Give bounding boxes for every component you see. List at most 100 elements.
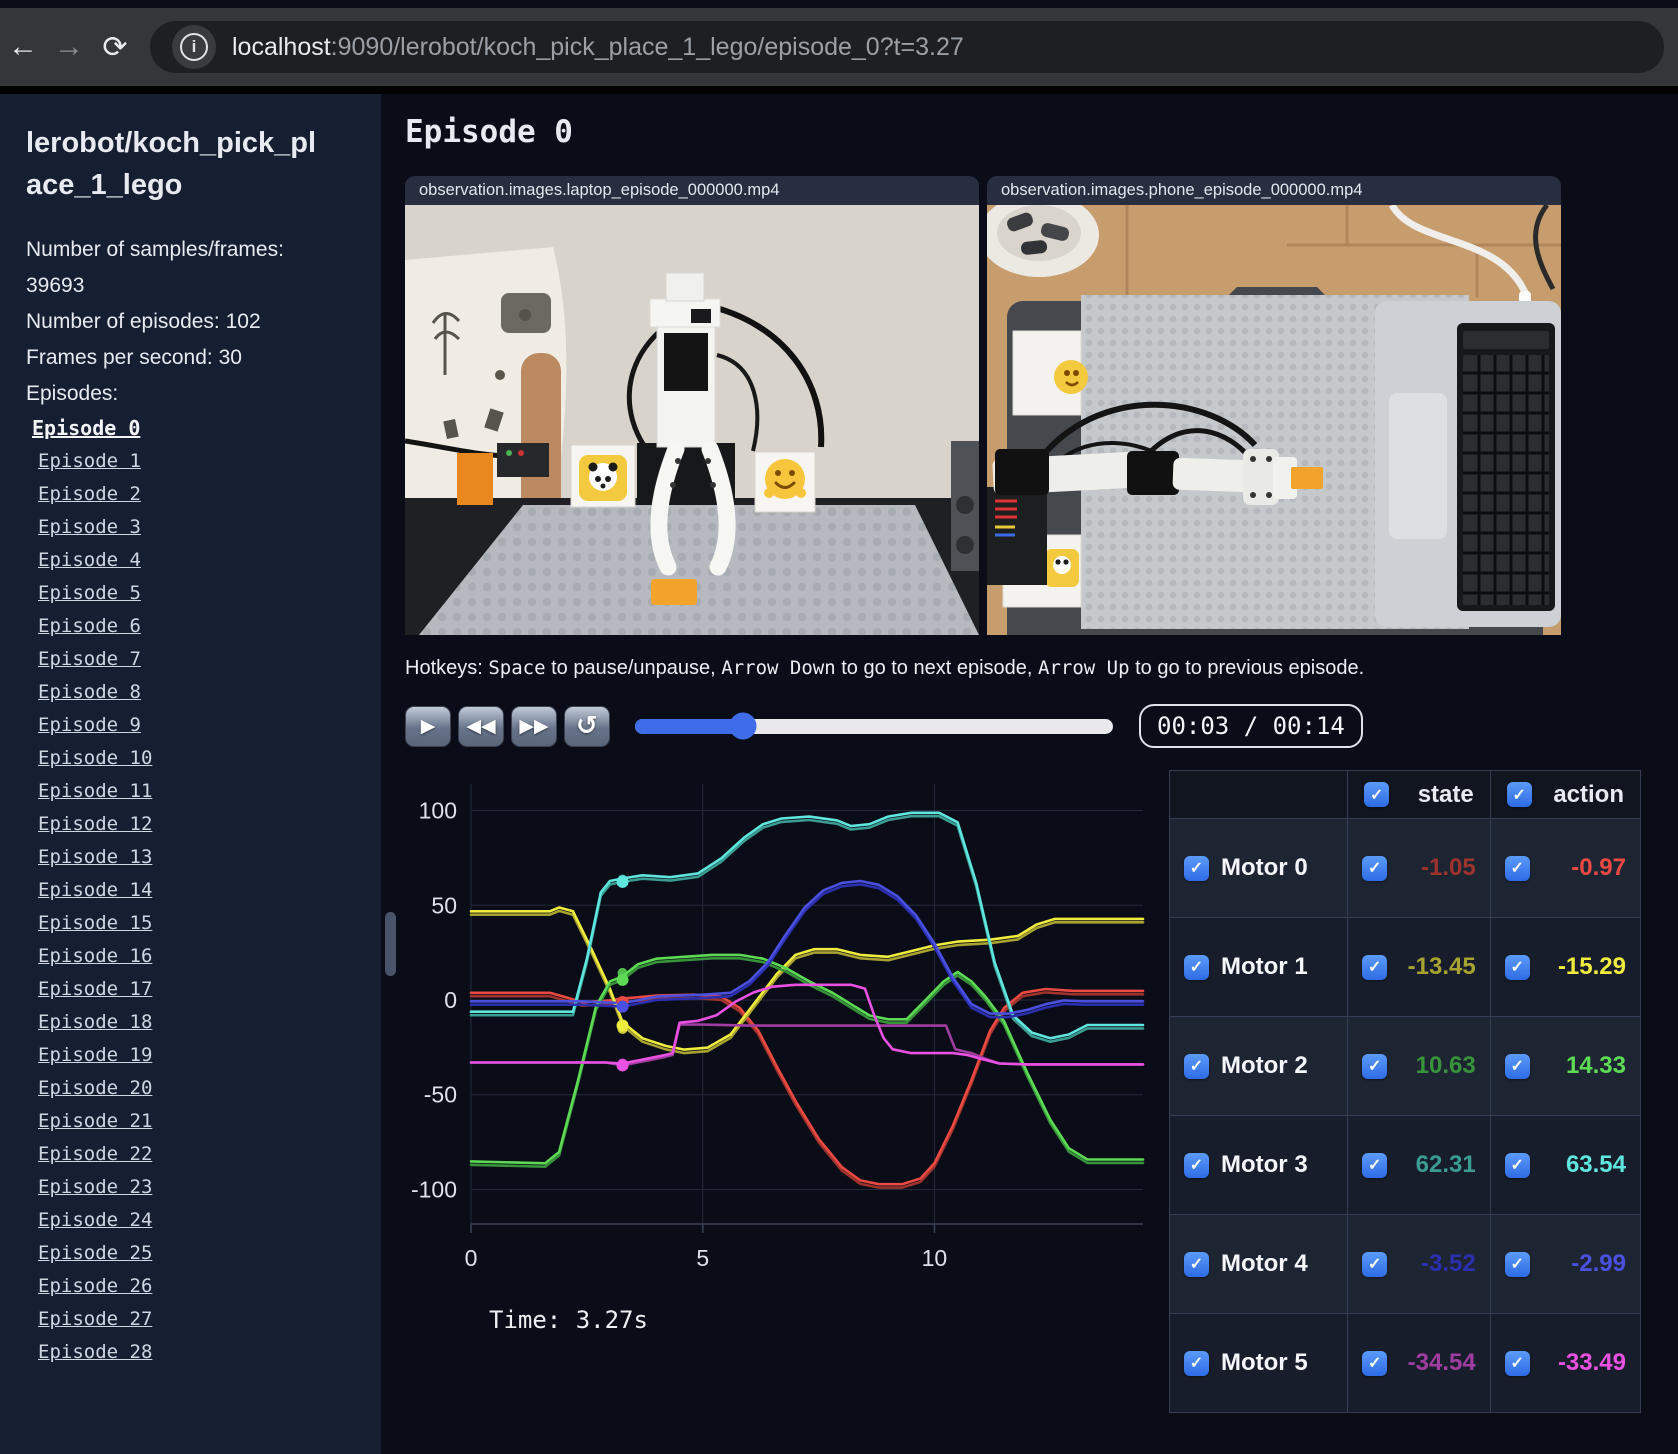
page-title: Episode 0 bbox=[405, 114, 573, 150]
motor-state-checkbox[interactable]: ✓ bbox=[1362, 1053, 1388, 1079]
motor-label-cell: ✓ Motor 1 bbox=[1168, 917, 1349, 1017]
seek-slider[interactable] bbox=[635, 712, 1113, 740]
chart-time-label: Time: 3.27s bbox=[489, 1306, 648, 1334]
url-text[interactable]: localhost:9090/lerobot/koch_pick_place_1… bbox=[232, 33, 964, 62]
browser-chrome: ← → ⟳ i localhost:9090/lerobot/koch_pick… bbox=[0, 8, 1678, 94]
sidebar-item-episode-13[interactable]: Episode 13 bbox=[38, 841, 357, 874]
motor-action-checkbox[interactable]: ✓ bbox=[1504, 1152, 1530, 1178]
svg-text:100: 100 bbox=[419, 798, 457, 824]
back-icon[interactable]: ← bbox=[0, 30, 46, 64]
sidebar-item-episode-1[interactable]: Episode 1 bbox=[38, 445, 357, 478]
sidebar-item-episode-8[interactable]: Episode 8 bbox=[38, 676, 357, 709]
table-row: ✓ Motor 5 ✓ -34.54 ✓ -33.49 bbox=[1168, 1313, 1642, 1413]
motor-chart: 100 50 0 -50 -100 0 5 10 Time: 3.27s bbox=[405, 770, 1157, 1334]
dataset-title: lerobot/koch_pick_place_1_lego bbox=[26, 127, 317, 201]
loop-button[interactable]: ↻ bbox=[564, 705, 610, 747]
sidebar-item-episode-27[interactable]: Episode 27 bbox=[38, 1303, 357, 1336]
motor-checkbox[interactable]: ✓ bbox=[1184, 1053, 1209, 1079]
reload-icon[interactable]: ⟳ bbox=[92, 30, 138, 65]
bottom-row: 100 50 0 -50 -100 0 5 10 Time: 3.27s ✓ state ✓ … bbox=[405, 770, 1678, 1413]
motor-action-value: -2.99 bbox=[1571, 1250, 1626, 1277]
motor-checkbox[interactable]: ✓ bbox=[1184, 1251, 1209, 1277]
sidebar-item-episode-19[interactable]: Episode 19 bbox=[38, 1039, 357, 1072]
motor-label-cell: ✓ Motor 0 bbox=[1168, 818, 1349, 918]
sidebar-item-episode-15[interactable]: Episode 15 bbox=[38, 907, 357, 940]
motor-checkbox[interactable]: ✓ bbox=[1184, 1350, 1209, 1376]
address-bar[interactable]: i localhost:9090/lerobot/koch_pick_place… bbox=[150, 21, 1664, 73]
video-phone[interactable] bbox=[987, 205, 1561, 635]
dataset-info-line: Number of samples/frames: 39693 bbox=[26, 238, 284, 297]
sidebar-item-episode-3[interactable]: Episode 3 bbox=[38, 511, 357, 544]
motor-state-cell: ✓ 62.31 bbox=[1347, 1115, 1491, 1215]
sidebar-item-episode-5[interactable]: Episode 5 bbox=[38, 577, 357, 610]
sidebar-item-episode-26[interactable]: Episode 26 bbox=[38, 1270, 357, 1303]
sidebar-item-episode-16[interactable]: Episode 16 bbox=[38, 940, 357, 973]
video-panel-phone: observation.images.phone_episode_000000.… bbox=[987, 176, 1561, 635]
motor-action-checkbox[interactable]: ✓ bbox=[1504, 1053, 1530, 1079]
seek-slider-thumb[interactable] bbox=[729, 712, 757, 740]
rewind-button[interactable]: ◀◀ bbox=[458, 705, 504, 747]
video-laptop[interactable] bbox=[405, 205, 979, 635]
svg-text:0: 0 bbox=[444, 987, 457, 1013]
motor-state-value: 10.63 bbox=[1415, 1052, 1476, 1079]
motor-checkbox[interactable]: ✓ bbox=[1184, 954, 1209, 980]
sidebar-item-episode-2[interactable]: Episode 2 bbox=[38, 478, 357, 511]
sidebar-item-episode-14[interactable]: Episode 14 bbox=[38, 874, 357, 907]
sidebar-item-episode-28[interactable]: Episode 28 bbox=[38, 1336, 357, 1369]
sidebar-item-episode-11[interactable]: Episode 11 bbox=[38, 775, 357, 808]
sidebar-item-episode-17[interactable]: Episode 17 bbox=[38, 973, 357, 1006]
sidebar-item-episode-4[interactable]: Episode 4 bbox=[38, 544, 357, 577]
hotkey-arrow-up: Arrow Up bbox=[1038, 657, 1130, 679]
sidebar-item-episode-22[interactable]: Episode 22 bbox=[38, 1138, 357, 1171]
motor-action-cell: ✓ -33.49 bbox=[1489, 1313, 1642, 1413]
motor-action-checkbox[interactable]: ✓ bbox=[1504, 855, 1530, 881]
svg-text:-100: -100 bbox=[411, 1176, 457, 1202]
sidebar-item-episode-6[interactable]: Episode 6 bbox=[38, 610, 357, 643]
state-column-checkbox[interactable]: ✓ bbox=[1364, 782, 1390, 807]
motor-label-cell: ✓ Motor 2 bbox=[1168, 1016, 1349, 1116]
motor-label-cell: ✓ Motor 5 bbox=[1168, 1313, 1349, 1413]
table-row: ✓ Motor 1 ✓ -13.45 ✓ -15.29 bbox=[1168, 917, 1642, 1017]
motor-action-checkbox[interactable]: ✓ bbox=[1504, 954, 1530, 980]
sidebar-item-episode-23[interactable]: Episode 23 bbox=[38, 1171, 357, 1204]
site-info-button[interactable]: i bbox=[172, 25, 216, 69]
motor-action-cell: ✓ -0.97 bbox=[1489, 818, 1642, 918]
sidebar: lerobot/koch_pick_place_1_lego Number of… bbox=[0, 94, 381, 1454]
sidebar-item-episode-18[interactable]: Episode 18 bbox=[38, 1006, 357, 1039]
sidebar-item-episode-25[interactable]: Episode 25 bbox=[38, 1237, 357, 1270]
forward-icon[interactable]: → bbox=[46, 30, 92, 64]
hotkeys-help: Hotkeys: Space to pause/unpause, Arrow D… bbox=[405, 657, 1365, 679]
header-state: ✓ state bbox=[1347, 770, 1491, 819]
sidebar-item-episode-9[interactable]: Episode 9 bbox=[38, 709, 357, 742]
header-empty-cell bbox=[1168, 770, 1349, 819]
sidebar-item-episode-12[interactable]: Episode 12 bbox=[38, 808, 357, 841]
motor-state-value: -34.54 bbox=[1407, 1349, 1476, 1376]
chart-canvas[interactable]: 100 50 0 -50 -100 0 5 10 bbox=[405, 770, 1157, 1290]
sidebar-item-episode-21[interactable]: Episode 21 bbox=[38, 1105, 357, 1138]
motor-state-checkbox[interactable]: ✓ bbox=[1362, 1350, 1388, 1376]
motor-state-checkbox[interactable]: ✓ bbox=[1362, 855, 1388, 881]
fast-forward-button[interactable]: ▶▶ bbox=[511, 705, 557, 747]
playback-controls: ▶ ◀◀ ▶▶ ↻ 00:03 / 00:14 bbox=[405, 704, 1678, 748]
main-panel: Episode 0 observation.images.laptop_epis… bbox=[381, 94, 1678, 1454]
motor-action-cell: ✓ 14.33 bbox=[1489, 1016, 1642, 1116]
table-row: ✓ Motor 4 ✓ -3.52 ✓ -2.99 bbox=[1168, 1214, 1642, 1314]
sidebar-item-episode-10[interactable]: Episode 10 bbox=[38, 742, 357, 775]
sidebar-item-episode-24[interactable]: Episode 24 bbox=[38, 1204, 357, 1237]
motor-state-checkbox[interactable]: ✓ bbox=[1362, 954, 1388, 980]
sidebar-item-episode-7[interactable]: Episode 7 bbox=[38, 643, 357, 676]
motor-checkbox[interactable]: ✓ bbox=[1184, 855, 1209, 881]
action-column-checkbox[interactable]: ✓ bbox=[1506, 782, 1532, 807]
info-circle-icon: i bbox=[180, 33, 208, 61]
motor-state-checkbox[interactable]: ✓ bbox=[1362, 1152, 1388, 1178]
sidebar-item-episode-0[interactable]: Episode 0 bbox=[32, 412, 357, 445]
motor-action-value: 63.54 bbox=[1565, 1151, 1626, 1178]
motor-action-value: -33.49 bbox=[1557, 1349, 1626, 1376]
play-button[interactable]: ▶ bbox=[405, 705, 451, 747]
sidebar-item-episode-20[interactable]: Episode 20 bbox=[38, 1072, 357, 1105]
motor-action-checkbox[interactable]: ✓ bbox=[1504, 1251, 1530, 1277]
svg-text:-50: -50 bbox=[424, 1082, 457, 1108]
motor-state-checkbox[interactable]: ✓ bbox=[1362, 1251, 1388, 1277]
motor-action-checkbox[interactable]: ✓ bbox=[1504, 1350, 1530, 1376]
motor-checkbox[interactable]: ✓ bbox=[1184, 1152, 1209, 1178]
